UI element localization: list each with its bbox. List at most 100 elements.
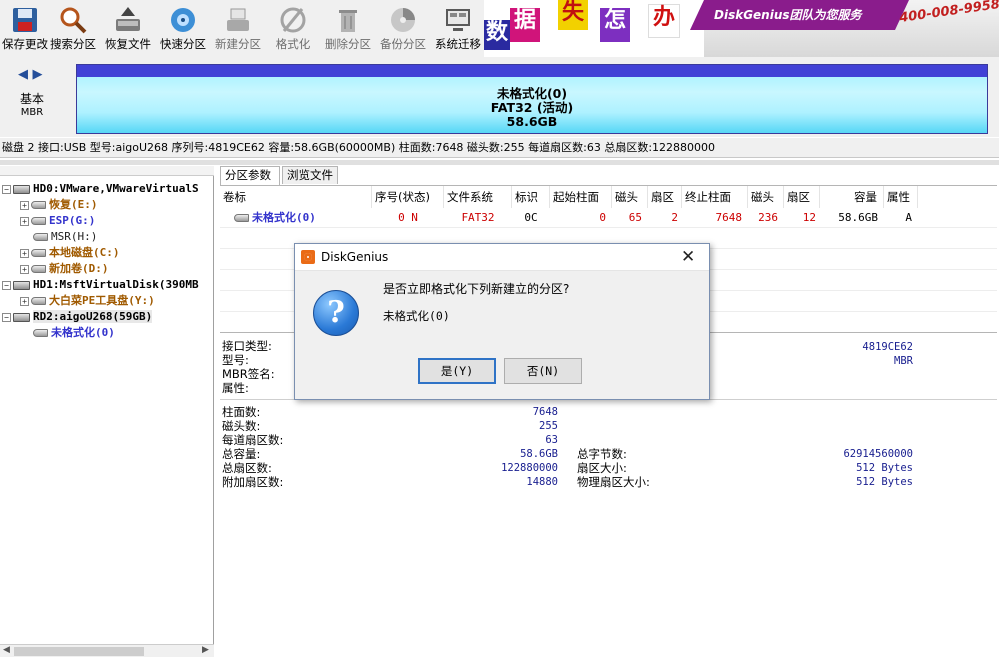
advertisement-banner[interactable]: 数 据 失 怎 办 DiskGenius团队为您服务 400-008-9958	[484, 0, 999, 57]
tree-item-new-d[interactable]: + 新加卷(D:)	[20, 262, 109, 276]
col-header-end-head[interactable]: 磁头	[748, 186, 784, 208]
tree-item-local-c[interactable]: + 本地磁盘(C:)	[20, 246, 120, 260]
expand-icon[interactable]: +	[20, 248, 29, 258]
partition-block-name: 未格式化(0)	[496, 86, 568, 101]
col-header-end-cyl[interactable]: 终止柱面	[682, 186, 748, 208]
disk-icon	[13, 312, 30, 322]
col-header-attr[interactable]: 属性	[884, 186, 918, 208]
format-confirm-dialog: DiskGenius ✕ ? 是否立即格式化下列新建立的分区? 未格式化(0) …	[294, 243, 710, 400]
col-header-fs[interactable]: 文件系统	[444, 186, 512, 208]
toolbar: 保存更改 搜索分区 恢复文件 快速分区 新建分区 格式化 删除分区 备份分区 系…	[0, 0, 999, 57]
expand-icon[interactable]: +	[20, 296, 29, 306]
col-header-id[interactable]: 标识	[512, 186, 550, 208]
row-capacity: 58.6GB	[838, 211, 878, 224]
scroll-left-icon[interactable]: ◀	[3, 645, 10, 655]
scroll-right-icon[interactable]: ▶	[202, 645, 209, 655]
row-label: 未格式化(0)	[234, 208, 316, 227]
tab-browse-files[interactable]: 浏览文件	[282, 166, 338, 184]
banner-slogan: DiskGenius团队为您服务	[714, 8, 862, 22]
tree-item-rd2[interactable]: − RD2:aigoU268(59GB)	[2, 310, 153, 324]
partition-block[interactable]: 未格式化(0) FAT32 (活动) 58.6GB	[76, 64, 988, 134]
row-attr: A	[905, 211, 912, 224]
question-icon: ?	[313, 290, 359, 336]
search-partition-button[interactable]: 搜索分区	[45, 2, 101, 56]
prop-extra-sectors-value: 14880	[526, 476, 558, 488]
system-migrate-button[interactable]: 系统迁移	[430, 2, 486, 56]
partition-icon	[33, 233, 48, 241]
tree-item-unformatted[interactable]: 未格式化(0)	[33, 326, 115, 340]
col-header-capacity[interactable]: 容量	[820, 186, 884, 208]
format-button[interactable]: 格式化	[265, 2, 321, 56]
prop-heads-value: 255	[539, 420, 558, 432]
row-sector: 2	[671, 211, 678, 224]
col-header-index[interactable]: 序号(状态)	[372, 186, 444, 208]
backup-partition-icon	[388, 5, 418, 35]
banner-char: 办	[648, 4, 680, 38]
expand-icon[interactable]: +	[20, 200, 29, 210]
disk-tree: − HD0:VMware,VMwareVirtualS + 恢复(E:) + ESP(…	[0, 166, 214, 657]
row-start-cyl: 0	[599, 211, 606, 224]
tree-item-hd0[interactable]: − HD0:VMware,VMwareVirtualS	[2, 182, 199, 196]
new-partition-icon	[223, 5, 253, 35]
tree-item-hd1[interactable]: − HD1:MsftVirtualDisk(390MB	[2, 278, 199, 292]
col-header-end-sector[interactable]: 扇区	[784, 186, 820, 208]
disk-icon	[13, 184, 30, 194]
tree-item-msr[interactable]: MSR(H:)	[33, 230, 97, 244]
dialog-title-bar[interactable]: DiskGenius ✕	[295, 244, 709, 271]
scroll-thumb[interactable]	[14, 647, 144, 656]
partition-icon	[31, 249, 46, 257]
partition-icon	[31, 265, 46, 273]
prop-total-capacity-label: 总容量:	[222, 447, 261, 461]
collapse-icon[interactable]: −	[2, 184, 11, 194]
prop-heads-label: 磁头数:	[222, 419, 261, 433]
col-header-sector[interactable]: 扇区	[648, 186, 682, 208]
system-migrate-icon	[443, 5, 473, 35]
partition-icon	[31, 217, 46, 225]
new-partition-button[interactable]: 新建分区	[210, 2, 266, 56]
row-end-head: 236	[758, 211, 778, 224]
close-icon[interactable]: ✕	[681, 247, 695, 267]
diskgenius-logo-icon	[301, 250, 315, 264]
disk-type-label: 基本 MBR	[19, 92, 44, 119]
row-index: 0 N	[398, 211, 418, 224]
format-icon	[278, 5, 308, 35]
row-end-sector: 12	[802, 211, 816, 224]
banner-char: 据	[510, 8, 540, 42]
prop-sector-size-label: 扇区大小:	[577, 461, 627, 475]
next-disk-icon[interactable]: ▶	[33, 67, 43, 82]
disk-info-bar: 磁盘 2 接口:USB 型号:aigoU268 序列号:4819CE62 容量:…	[0, 138, 999, 158]
expand-icon[interactable]: +	[20, 264, 29, 274]
prop-physical-sector-size-value: 512 Bytes	[856, 476, 913, 488]
col-header-label[interactable]: 卷标	[220, 186, 372, 208]
tree-item-pe-y[interactable]: + 大白菜PE工具盘(Y:)	[20, 294, 155, 308]
collapse-icon[interactable]: −	[2, 280, 11, 290]
recover-files-button[interactable]: 恢复文件	[100, 2, 156, 56]
prev-disk-icon[interactable]: ◀	[18, 67, 28, 82]
col-header-head[interactable]: 磁头	[612, 186, 648, 208]
tree-horizontal-scrollbar[interactable]: ◀ ▶	[0, 644, 214, 657]
banner-char: 失	[558, 0, 588, 30]
dialog-title: DiskGenius	[321, 250, 389, 264]
prop-interface-label: 接口类型:	[222, 339, 272, 353]
yes-button[interactable]: 是(Y)	[418, 358, 496, 384]
col-header-start-cyl[interactable]: 起始柱面	[550, 186, 612, 208]
prop-total-sectors-label: 总扇区数:	[222, 461, 272, 475]
partition-block-fs: FAT32 (活动)	[490, 100, 574, 115]
no-button[interactable]: 否(N)	[504, 358, 582, 384]
expand-icon[interactable]: +	[20, 216, 29, 226]
tab-partition-params[interactable]: 分区参数	[220, 166, 280, 185]
quick-partition-button[interactable]: 快速分区	[155, 2, 211, 56]
details-panel: 分区参数 浏览文件 卷标 序号(状态) 文件系统 标识 起始柱面 磁头 扇区 终…	[218, 166, 999, 657]
tree-item-esp[interactable]: + ESP(G:)	[20, 214, 95, 228]
splitter[interactable]	[0, 160, 999, 165]
prop-sector-size-value: 512 Bytes	[856, 462, 913, 474]
delete-partition-button[interactable]: 删除分区	[320, 2, 376, 56]
collapse-icon[interactable]: −	[2, 312, 11, 322]
tree-item-recovery[interactable]: + 恢复(E:)	[20, 198, 98, 212]
delete-partition-icon	[333, 5, 363, 35]
backup-partition-button[interactable]: 备份分区	[375, 2, 431, 56]
partition-icon	[31, 201, 46, 209]
dialog-body: ? 是否立即格式化下列新建立的分区? 未格式化(0) 是(Y) 否(N)	[295, 272, 709, 399]
prop-model-label: 型号:	[222, 353, 249, 367]
quick-partition-icon	[168, 5, 198, 35]
